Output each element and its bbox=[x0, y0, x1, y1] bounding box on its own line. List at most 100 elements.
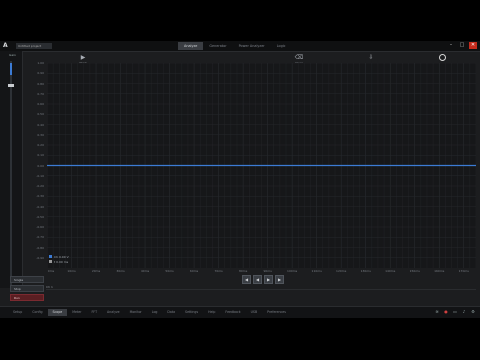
x-tick-label: 170ms bbox=[458, 269, 469, 273]
bottom-tabs: Setup Config Scope Meter FFT Analyze Monitor Lo… bbox=[8, 309, 291, 316]
y-tick-label: 0.60 bbox=[37, 102, 44, 106]
y-tick-label: 0.20 bbox=[37, 143, 44, 147]
window-controls: – □ ✕ bbox=[447, 42, 477, 49]
export-icon: ⇩ bbox=[368, 54, 374, 61]
tab-generator[interactable]: Generator bbox=[203, 42, 232, 50]
next-page-button[interactable]: ▶ bbox=[264, 275, 273, 284]
y-tick-label: -0.60 bbox=[36, 225, 44, 229]
y-tick-label: 0.80 bbox=[37, 81, 44, 86]
control-panel: Single Stop Run bbox=[10, 276, 44, 306]
circle-icon bbox=[438, 54, 446, 61]
title-tabs: Analyze Generator Power Analyzer Logic bbox=[178, 42, 292, 50]
wifi-icon[interactable]: ≋ bbox=[434, 309, 440, 315]
readout-value-2: t 0.00 ms bbox=[54, 260, 69, 264]
bottom-tab-monitor[interactable]: Monitor bbox=[125, 309, 147, 316]
slider-track[interactable] bbox=[10, 61, 12, 289]
bottom-tab-meter[interactable]: Meter bbox=[67, 309, 86, 316]
series-color-dot bbox=[49, 255, 52, 258]
trash-icon: ⌫ bbox=[294, 54, 304, 61]
export-button[interactable]: ⇩ bbox=[361, 54, 381, 61]
x-tick-label: 130ms bbox=[360, 269, 371, 273]
bottom-tab-preferences[interactable]: Preferences bbox=[262, 309, 291, 316]
bottom-tab-fft[interactable]: FFT bbox=[86, 309, 102, 316]
battery-icon[interactable]: ▭ bbox=[452, 309, 458, 315]
plot-area[interactable] bbox=[47, 63, 476, 268]
y-tick-label: -0.40 bbox=[36, 204, 44, 209]
stop-button[interactable]: Stop bbox=[10, 285, 44, 292]
bottom-tab-settings[interactable]: Settings bbox=[180, 309, 203, 316]
run-button[interactable]: Run bbox=[10, 294, 44, 301]
gain-slider-panel: Gain bbox=[0, 51, 23, 289]
x-tick-label: 20ms bbox=[91, 269, 101, 273]
y-tick-label: 0.00 bbox=[37, 163, 44, 168]
record-icon[interactable]: ● bbox=[443, 309, 449, 315]
close-icon[interactable]: ✕ bbox=[469, 42, 477, 49]
x-tick-label: 10ms bbox=[67, 269, 76, 273]
maximize-icon[interactable]: □ bbox=[458, 42, 466, 49]
bottom-tab-setup[interactable]: Setup bbox=[8, 309, 27, 316]
x-tick-label: 110ms bbox=[311, 269, 322, 273]
bottom-tab-config[interactable]: Config bbox=[27, 309, 47, 316]
chart-svg bbox=[47, 63, 476, 268]
readout-value-1: Ch 0.00 V bbox=[54, 255, 69, 259]
y-tick-label: 0.50 bbox=[37, 112, 44, 117]
title-bar: A Untitled project Analyze Generator Pow… bbox=[0, 41, 480, 52]
x-tick-label: 160ms bbox=[434, 269, 445, 273]
bottom-tab-help[interactable]: Help bbox=[203, 309, 220, 316]
x-tick-label: 60ms bbox=[189, 269, 199, 273]
x-tick-label: 140ms bbox=[385, 269, 396, 273]
bottom-tab-feedback[interactable]: Feedback bbox=[220, 309, 245, 316]
y-tick-label: -0.70 bbox=[36, 235, 44, 240]
system-tray: ≋ ● ▭ ♪ ⚙ bbox=[434, 309, 476, 315]
x-tick-label: 100ms bbox=[287, 269, 298, 273]
slider-fill bbox=[10, 63, 12, 75]
bottom-tab-usb[interactable]: USB bbox=[246, 309, 263, 316]
minimize-icon[interactable]: – bbox=[447, 42, 455, 49]
y-tick-label: 0.40 bbox=[37, 122, 44, 127]
y-tick-label: 0.90 bbox=[37, 71, 44, 76]
y-tick-label: -0.30 bbox=[36, 194, 44, 199]
letterbox-bottom bbox=[0, 318, 480, 360]
x-tick-label: 70ms bbox=[214, 269, 223, 273]
y-tick-label: 1.00 bbox=[37, 61, 44, 65]
first-page-button[interactable]: ◀ bbox=[242, 275, 251, 284]
bottom-tab-scope[interactable]: Scope bbox=[47, 309, 68, 316]
y-tick-label: -0.90 bbox=[36, 255, 44, 260]
x-tick-label: 90ms bbox=[263, 269, 272, 273]
cursor-readout: Ch 0.00 V t 0.00 ms bbox=[49, 255, 69, 265]
tab-power-analyzer[interactable]: Power Analyzer bbox=[233, 42, 271, 50]
slider-handle[interactable] bbox=[8, 83, 14, 87]
bell-icon[interactable]: ♪ bbox=[461, 309, 467, 315]
bottom-tab-log[interactable]: Log bbox=[147, 309, 163, 316]
x-tick-label: 120ms bbox=[336, 269, 347, 273]
x-tick-label: 50ms bbox=[165, 269, 174, 273]
y-tick-label: -0.50 bbox=[36, 214, 44, 219]
last-page-button[interactable]: ▶ bbox=[275, 275, 284, 284]
y-tick-label: -0.20 bbox=[36, 184, 44, 188]
y-axis: 1.00 0.90 0.80 0.70 0.60 0.50 0.40 0.30 0.20 0.10… bbox=[24, 61, 46, 268]
readout-line-2: t 0.00 ms bbox=[49, 260, 69, 265]
single-button[interactable]: Single bbox=[10, 276, 44, 283]
x-tick-label: 150ms bbox=[409, 269, 420, 273]
x-tick-label: 30ms bbox=[116, 269, 125, 273]
previous-page-button[interactable]: ◀ bbox=[253, 275, 262, 284]
app-window: A Untitled project Analyze Generator Pow… bbox=[0, 41, 480, 319]
y-tick-label: 0.10 bbox=[37, 153, 44, 158]
tab-analyze[interactable]: Analyze bbox=[178, 42, 204, 50]
document-title[interactable]: Untitled project bbox=[16, 43, 52, 49]
slider-label: Gain bbox=[9, 53, 16, 57]
y-tick-label: 0.30 bbox=[37, 132, 44, 137]
tab-logic[interactable]: Logic bbox=[271, 42, 292, 50]
settings-icon[interactable]: ⚙ bbox=[470, 309, 476, 315]
series-color-dot-2 bbox=[49, 260, 52, 263]
y-tick-label: -0.10 bbox=[36, 173, 44, 178]
x-tick-label: 40ms bbox=[140, 269, 150, 273]
play-icon: ▶ bbox=[80, 54, 86, 61]
y-tick-label: -0.80 bbox=[36, 245, 44, 250]
x-tick-label: 0ms bbox=[47, 269, 55, 273]
app-logo: A bbox=[3, 42, 8, 49]
letterbox-top bbox=[0, 0, 480, 41]
bottom-tab-data[interactable]: Data bbox=[162, 309, 180, 316]
bottom-tab-analyze[interactable]: Analyze bbox=[102, 309, 125, 316]
x-tick-label: 80ms bbox=[238, 269, 248, 273]
